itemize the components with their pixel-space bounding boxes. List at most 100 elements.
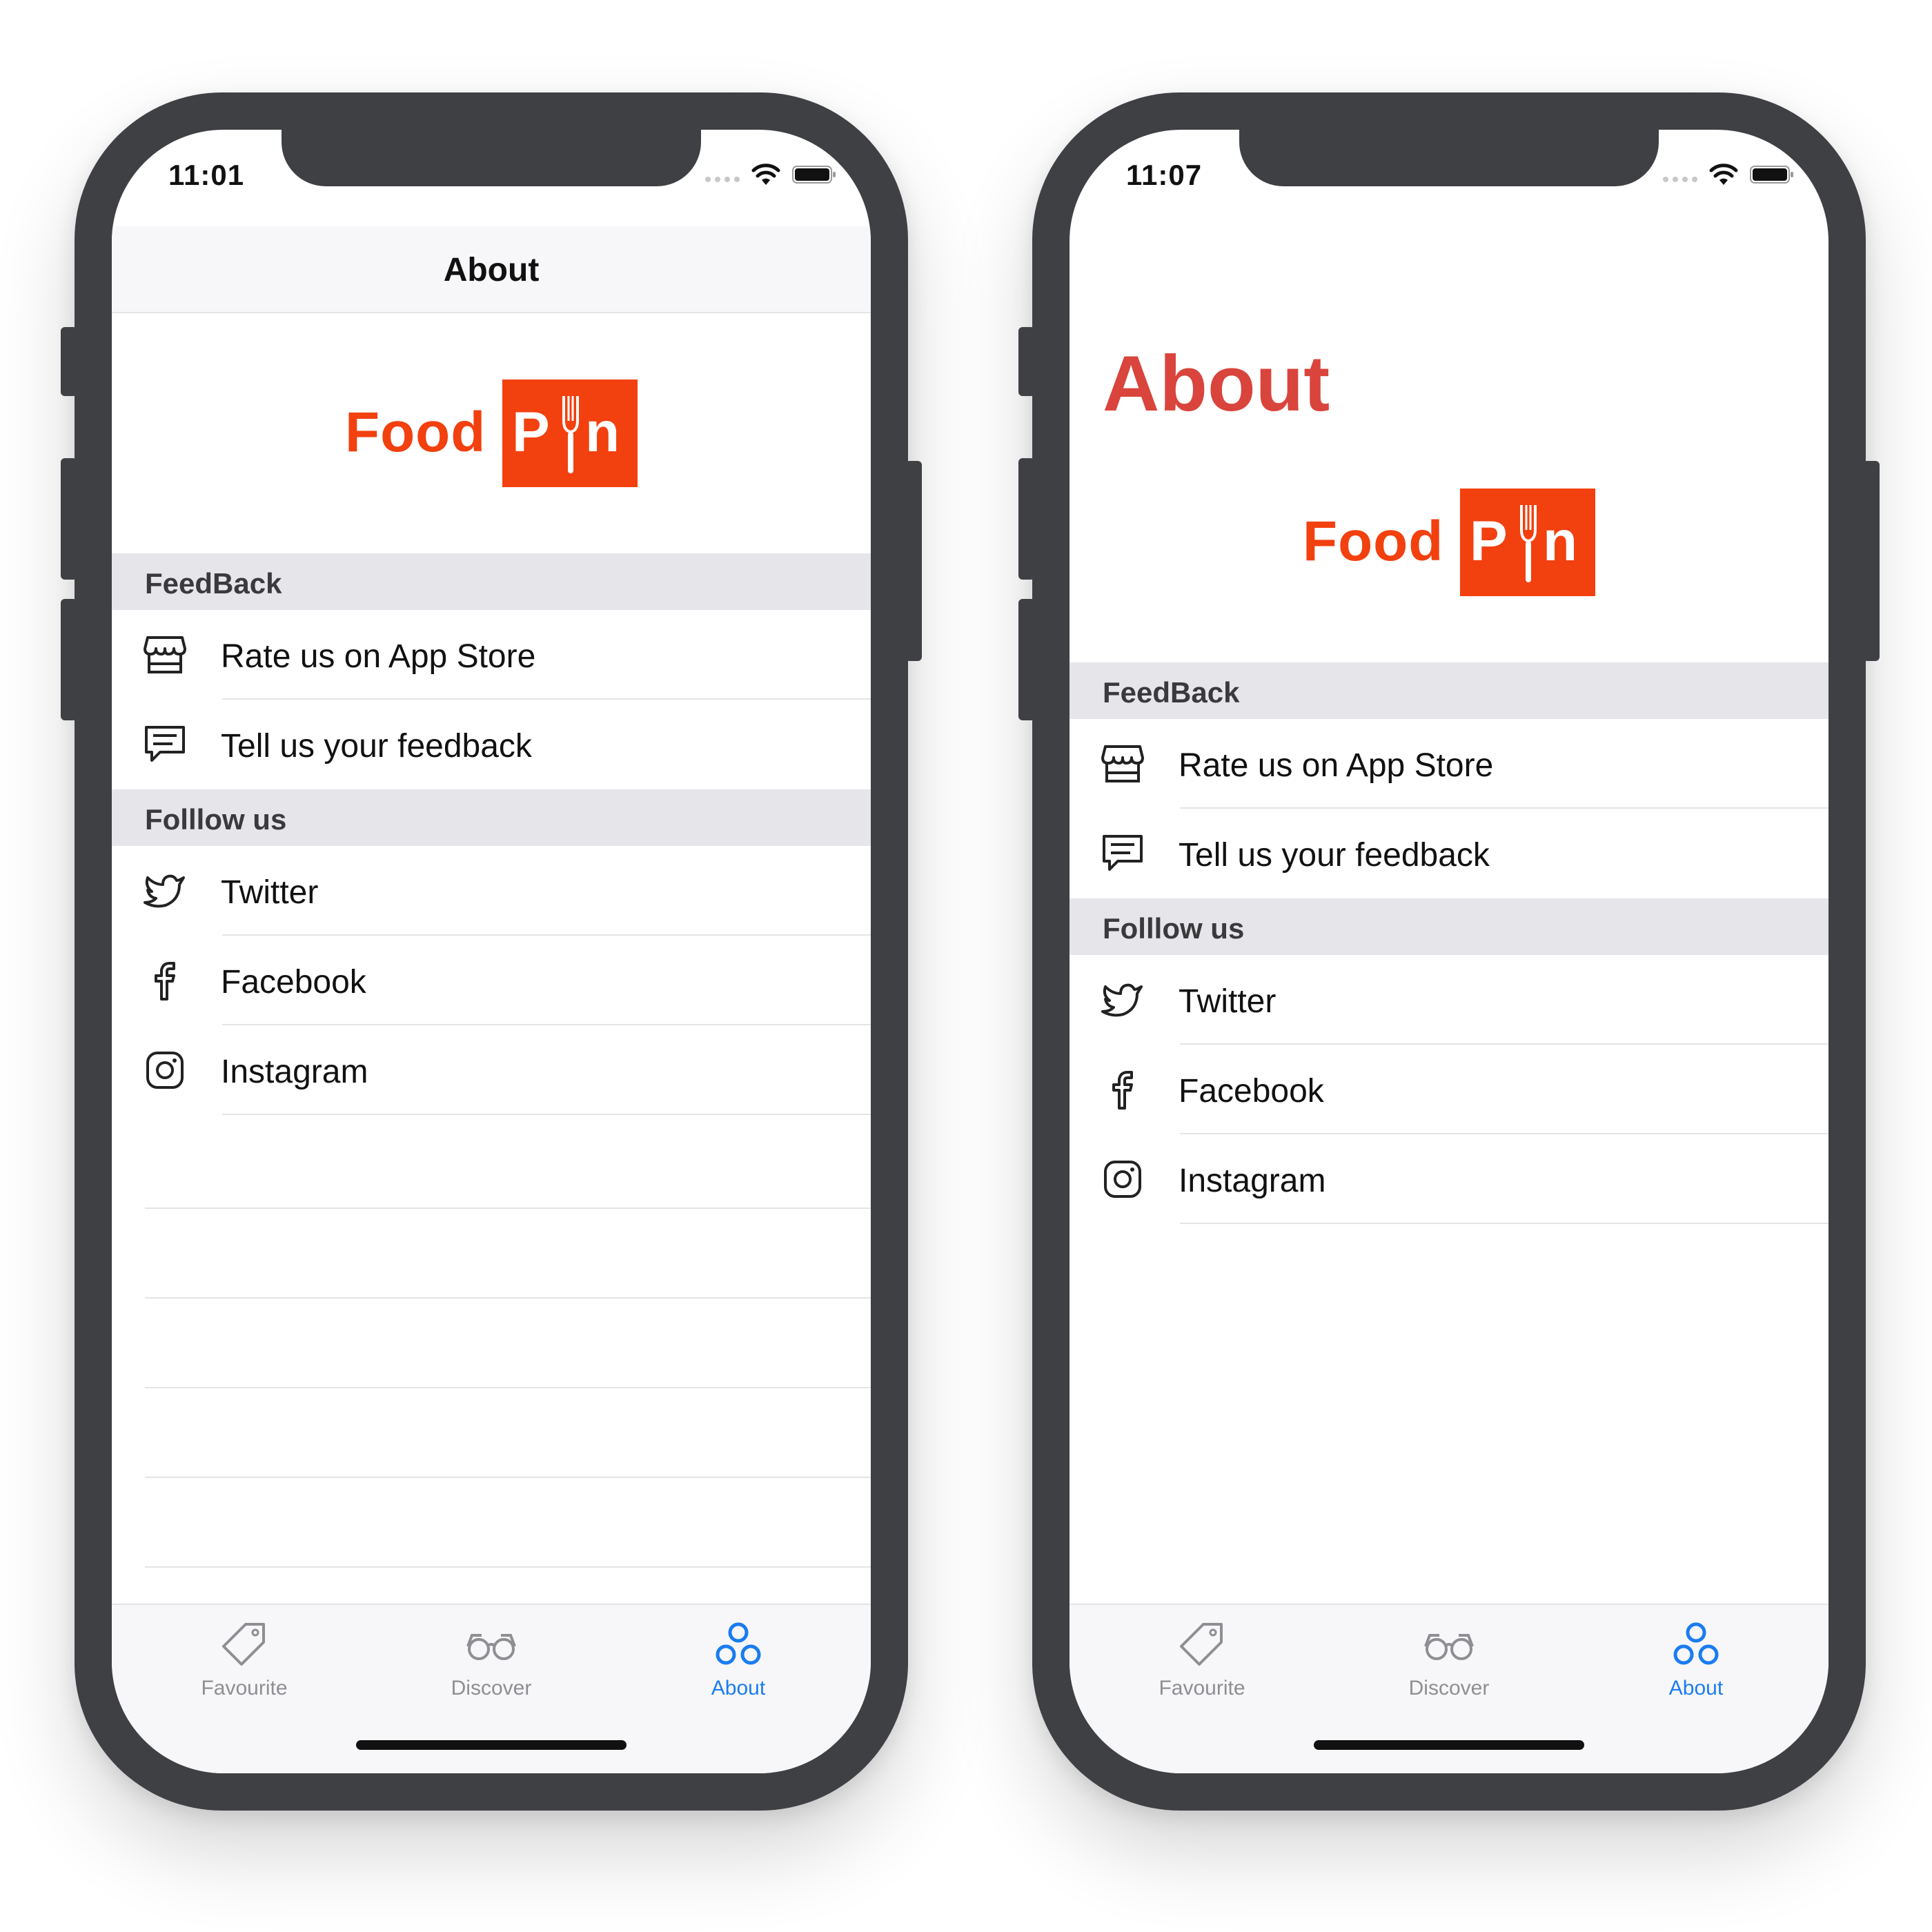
foodpin-logo: Food P n xyxy=(1303,489,1595,596)
mute-switch xyxy=(61,327,77,396)
logo-p-text: P xyxy=(1470,510,1508,573)
screen: 11:01 About Food P n FeedBack Rate us on… xyxy=(112,130,871,1773)
row-feedback[interactable]: Tell us your feedback xyxy=(112,700,871,789)
row-twitter[interactable]: Twitter xyxy=(1070,955,1828,1045)
status-time: 11:01 xyxy=(168,159,245,191)
empty-row-separator xyxy=(145,1208,871,1209)
about-table[interactable]: Food P n FeedBack Rate us on App Store T… xyxy=(112,313,871,1115)
row-label: Twitter xyxy=(221,874,319,911)
chat-icon xyxy=(1103,835,1143,871)
phone-frame-right: 11:07 About Food P n FeedBack Rate us on… xyxy=(1018,92,1880,1811)
empty-row-separator xyxy=(145,1566,871,1568)
volume-up-button xyxy=(61,458,77,580)
row-feedback[interactable]: Tell us your feedback xyxy=(1070,809,1828,898)
tab-bar: Favourite Discover About xyxy=(1070,1604,1828,1773)
row-facebook[interactable]: Facebook xyxy=(1070,1045,1828,1134)
foodpin-logo: Food P n xyxy=(345,379,638,487)
tab-discover[interactable]: Discover xyxy=(388,1605,595,1708)
power-button xyxy=(905,461,922,661)
section-header-feedback: FeedBack xyxy=(112,553,871,610)
row-label: Tell us your feedback xyxy=(1179,837,1490,874)
status-time: 11:07 xyxy=(1126,159,1203,191)
tab-label: Favourite xyxy=(1159,1677,1245,1699)
logo-food-text: Food xyxy=(1303,510,1444,573)
large-title: About xyxy=(1103,340,1330,428)
section-header-follow: Folllow us xyxy=(1070,898,1828,955)
logo-p-text: P xyxy=(512,401,550,464)
twitter-icon xyxy=(144,874,185,908)
store-icon xyxy=(144,636,186,673)
about-table[interactable]: Food P n FeedBack Rate us on App Store T… xyxy=(1070,422,1828,1224)
tab-about[interactable]: About xyxy=(635,1605,842,1708)
logo-n-text: n xyxy=(585,401,620,464)
home-indicator[interactable] xyxy=(1314,1740,1584,1750)
row-separator xyxy=(222,1114,871,1115)
battery-icon xyxy=(1750,166,1793,184)
store-icon xyxy=(1101,745,1144,782)
instagram-icon xyxy=(1104,1161,1141,1198)
home-indicator[interactable] xyxy=(356,1740,627,1750)
tab-bar: Favourite Discover About xyxy=(112,1604,871,1773)
status-indicators xyxy=(705,163,843,186)
row-instagram[interactable]: Instagram xyxy=(112,1025,871,1115)
row-label: Rate us on App Store xyxy=(1179,747,1494,784)
logo-food-text: Food xyxy=(345,401,486,464)
signal-icon xyxy=(1663,177,1699,182)
power-button xyxy=(1863,461,1880,661)
tab-favourite[interactable]: Favourite xyxy=(1098,1605,1305,1708)
facebook-icon xyxy=(1112,1071,1133,1110)
row-twitter[interactable]: Twitter xyxy=(112,846,871,936)
wifi-icon xyxy=(1709,164,1738,185)
signal-icon xyxy=(705,177,741,182)
section-header-feedback: FeedBack xyxy=(1070,662,1828,719)
logo-n-text: n xyxy=(1543,510,1578,573)
status-indicators xyxy=(1663,163,1801,186)
notch xyxy=(1239,130,1659,186)
row-label: Rate us on App Store xyxy=(221,638,536,675)
header-logo-area: Food P n xyxy=(112,313,871,553)
row-separator xyxy=(1180,1223,1828,1224)
empty-row-separator xyxy=(145,1477,871,1478)
row-label: Instagram xyxy=(1179,1163,1326,1199)
row-label: Twitter xyxy=(1179,983,1276,1020)
empty-row-separator xyxy=(145,1387,871,1388)
row-facebook[interactable]: Facebook xyxy=(112,936,871,1025)
glasses-icon xyxy=(1424,1634,1474,1660)
tag-icon xyxy=(222,1623,265,1666)
row-rate-app-store[interactable]: Rate us on App Store xyxy=(112,610,871,700)
tab-label: About xyxy=(711,1677,766,1699)
row-label: Facebook xyxy=(221,964,366,1000)
header-logo-area: Food P n xyxy=(1070,422,1828,662)
row-instagram[interactable]: Instagram xyxy=(1070,1134,1828,1224)
row-rate-app-store[interactable]: Rate us on App Store xyxy=(1070,719,1828,809)
circles-icon xyxy=(1673,1622,1719,1665)
facebook-icon xyxy=(155,962,175,1000)
logo-pin-box: P n xyxy=(502,379,638,487)
tab-discover[interactable]: Discover xyxy=(1346,1605,1552,1708)
instagram-icon xyxy=(146,1052,184,1089)
glasses-icon xyxy=(466,1634,516,1660)
battery-icon xyxy=(792,166,836,184)
chat-icon xyxy=(145,726,185,762)
tab-about[interactable]: About xyxy=(1593,1605,1800,1708)
logo-pin-box: P n xyxy=(1460,489,1595,596)
tab-label: Discover xyxy=(451,1677,532,1699)
volume-down-button xyxy=(1018,599,1035,720)
row-label: Facebook xyxy=(1179,1073,1324,1110)
nav-title: About xyxy=(443,252,540,288)
mute-switch xyxy=(1018,327,1035,396)
tab-label: Favourite xyxy=(201,1677,288,1699)
navigation-bar: About xyxy=(112,226,871,313)
tab-label: Discover xyxy=(1408,1677,1490,1699)
tab-label: About xyxy=(1668,1677,1724,1699)
phone-frame-left: 11:01 About Food P n FeedBack Rate us on… xyxy=(61,92,922,1811)
circles-icon xyxy=(716,1622,761,1665)
row-label: Tell us your feedback xyxy=(221,728,532,765)
volume-up-button xyxy=(1018,458,1035,580)
empty-row-separator xyxy=(145,1297,871,1299)
wifi-icon xyxy=(751,164,780,185)
twitter-icon xyxy=(1101,983,1143,1017)
tab-favourite[interactable]: Favourite xyxy=(141,1605,348,1708)
screen: 11:07 About Food P n FeedBack Rate us on… xyxy=(1070,130,1828,1773)
fork-icon xyxy=(1520,505,1537,582)
